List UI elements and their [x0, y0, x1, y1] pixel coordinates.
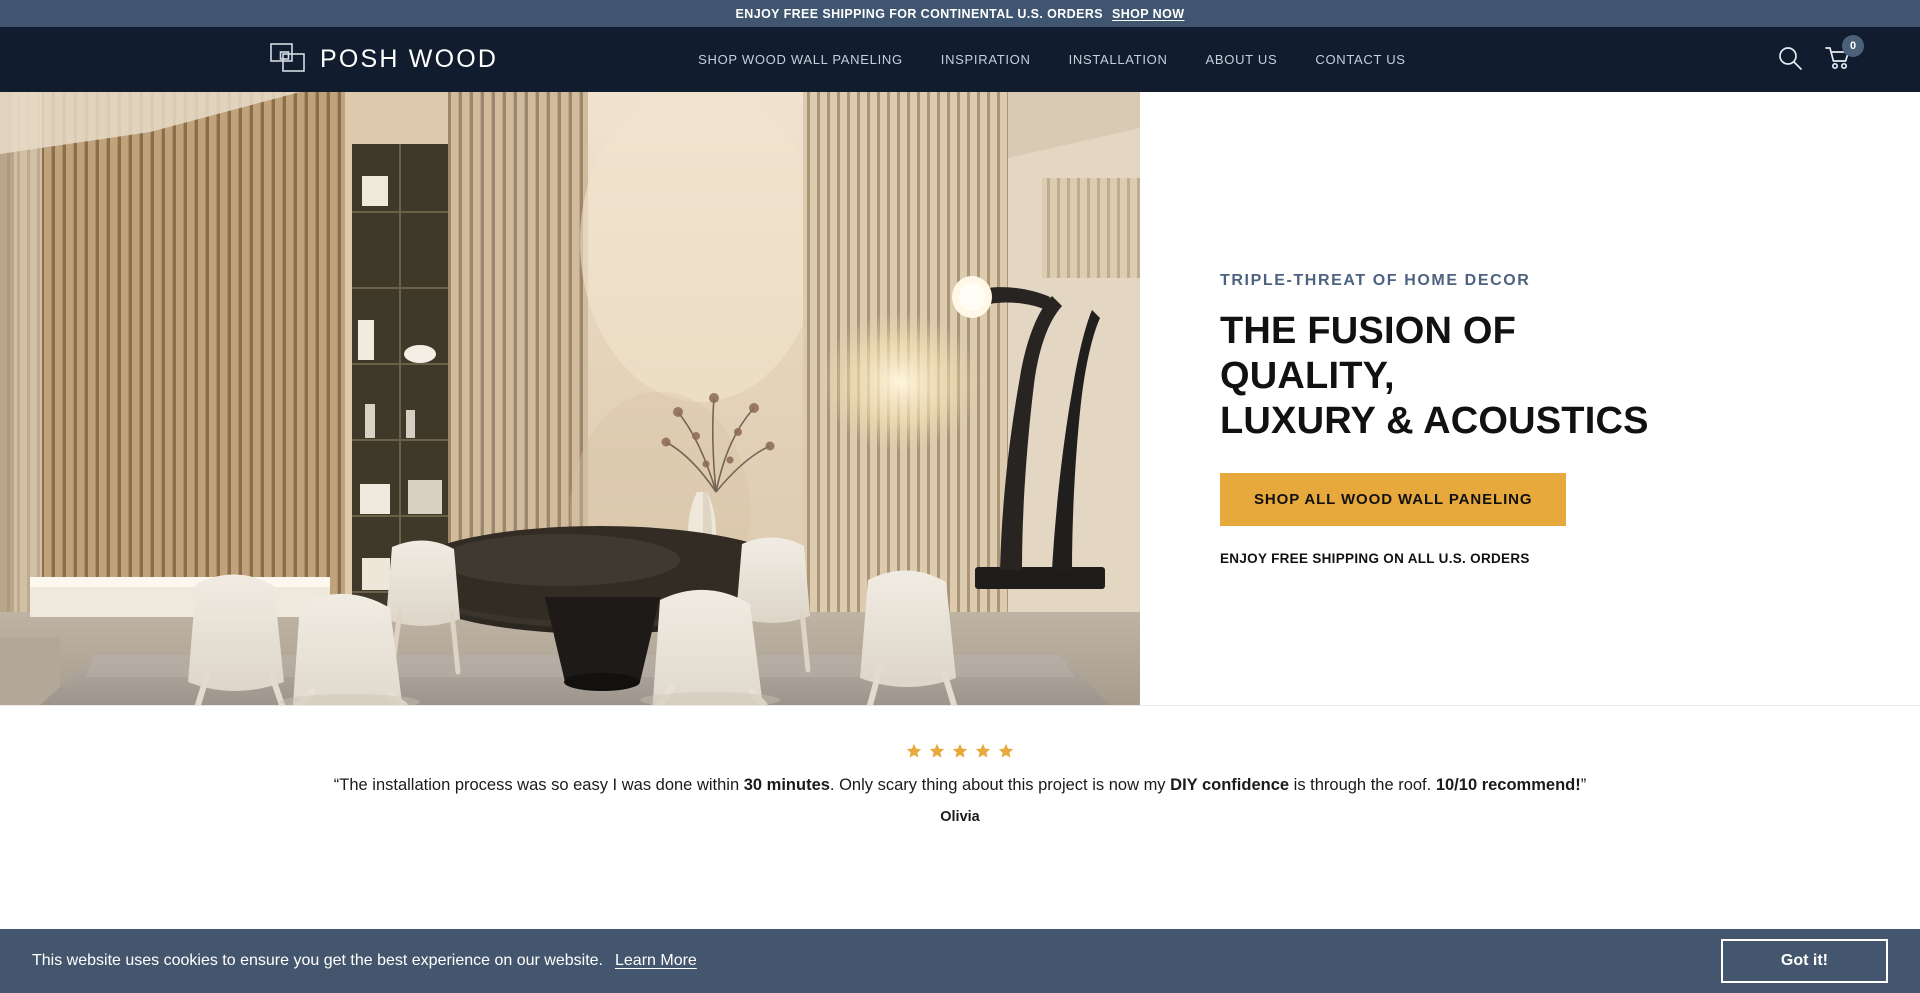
shopping-cart-icon[interactable]: 0	[1825, 34, 1864, 74]
main-navigation: SHOP WOOD WALL PANELING INSPIRATION INST…	[698, 52, 1406, 67]
star-icon	[975, 743, 991, 759]
quote-bold-30-minutes: 30 minutes	[743, 776, 830, 794]
review-quote: “The installation process was so easy I …	[0, 773, 1920, 798]
star-icon	[952, 743, 968, 759]
star-icon	[906, 743, 922, 759]
cookie-learn-more-link[interactable]: Learn More	[615, 952, 697, 970]
quote-bold-recommend: 10/10 recommend!	[1435, 776, 1581, 794]
nav-item-contact-us[interactable]: CONTACT US	[1315, 52, 1405, 67]
hero-image	[0, 92, 1140, 705]
hero-section: TRIPLE-THREAT OF HOME DECOR THE FUSION O…	[0, 92, 1920, 705]
quote-seg-3: is through the roof.	[1289, 776, 1436, 794]
quote-seg-4: ”	[1580, 776, 1587, 794]
hero-copy: TRIPLE-THREAT OF HOME DECOR THE FUSION O…	[1140, 92, 1920, 705]
announcement-text: ENJOY FREE SHIPPING FOR CONTINENTAL U.S.…	[735, 6, 1104, 21]
site-header: POSH WOOD SHOP WOOD WALL PANELING INSPIR…	[0, 27, 1920, 92]
star-rating	[0, 743, 1920, 759]
cookie-accept-button[interactable]: Got it!	[1720, 939, 1888, 983]
hero-headline: THE FUSION OF QUALITY, LUXURY & ACOUSTIC…	[1220, 309, 1650, 443]
nav-item-about-us[interactable]: ABOUT US	[1206, 52, 1278, 67]
hero-eyebrow: TRIPLE-THREAT OF HOME DECOR	[1220, 272, 1531, 289]
announcement-shop-now-link[interactable]: SHOP NOW	[1112, 7, 1184, 21]
nav-item-inspiration[interactable]: INSPIRATION	[941, 52, 1031, 67]
cookie-banner: This website uses cookies to ensure you …	[0, 929, 1920, 993]
logo[interactable]: POSH WOOD	[270, 42, 499, 77]
search-icon[interactable]	[1777, 45, 1803, 74]
logo-text: POSH WOOD	[320, 45, 499, 73]
nav-item-installation[interactable]: INSTALLATION	[1069, 52, 1168, 67]
quote-seg-1: “The installation process was so easy I …	[333, 776, 744, 794]
quote-seg-2: . Only scary thing about this project is…	[829, 776, 1171, 794]
overlapping-squares-icon	[270, 42, 306, 77]
review-author: Olivia	[940, 808, 980, 825]
hero-headline-line2: LUXURY & ACOUSTICS	[1220, 399, 1649, 442]
star-icon	[929, 743, 945, 759]
announcement-bar: ENJOY FREE SHIPPING FOR CONTINENTAL U.S.…	[0, 0, 1920, 27]
cart-count-badge: 0	[1842, 34, 1864, 57]
cookie-message: This website uses cookies to ensure you …	[32, 952, 603, 969]
review-section: “The installation process was so easy I …	[0, 705, 1920, 895]
shop-all-wood-wall-paneling-button[interactable]: SHOP ALL WOOD WALL PANELING	[1220, 473, 1567, 527]
nav-item-shop-wood-wall-paneling[interactable]: SHOP WOOD WALL PANELING	[698, 52, 903, 67]
star-icon	[998, 743, 1014, 759]
hero-headline-line1: THE FUSION OF QUALITY,	[1220, 310, 1517, 397]
hero-shipping-note: ENJOY FREE SHIPPING ON ALL U.S. ORDERS	[1220, 551, 1530, 567]
header-actions: 0	[1777, 34, 1864, 74]
quote-bold-diy-confidence: DIY confidence	[1170, 776, 1290, 794]
